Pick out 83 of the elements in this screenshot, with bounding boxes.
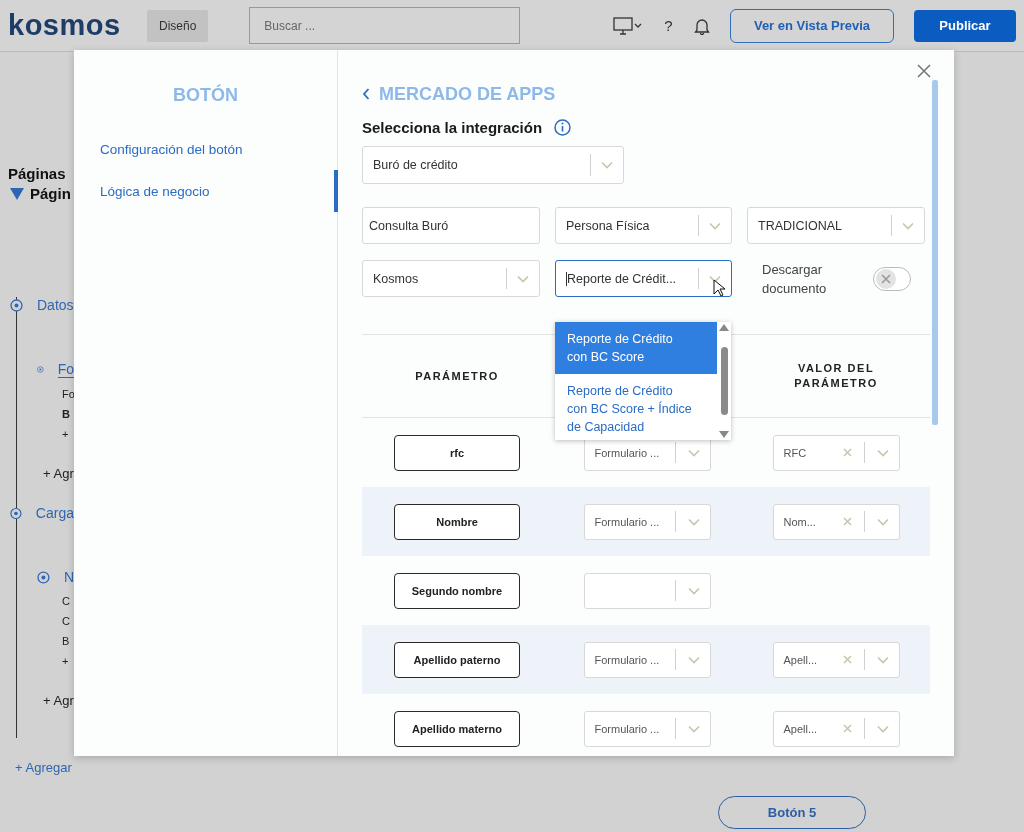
parameter-chip: rfc xyxy=(394,434,520,471)
form-marker-icon xyxy=(37,363,44,376)
step-label[interactable]: Carga xyxy=(35,505,74,521)
chevron-down-icon xyxy=(687,586,700,595)
form-item[interactable]: B xyxy=(62,404,74,424)
form-item[interactable]: C xyxy=(62,611,74,631)
column-header: PARÁMETRO xyxy=(414,368,500,384)
dropdown-field[interactable]: Formulario ... xyxy=(583,503,711,540)
chevron-down-icon xyxy=(876,655,889,664)
parameter-chip: Segundo nombre xyxy=(394,572,520,609)
chevron-down-icon xyxy=(687,655,700,664)
dropdown-field[interactable]: Formulario ... xyxy=(583,641,711,678)
dropdown-field[interactable] xyxy=(583,572,711,609)
form-item[interactable]: C xyxy=(62,591,74,611)
toggle-label: Descargar documento xyxy=(762,261,828,298)
chevron-down-icon xyxy=(876,724,889,733)
scrollbar-thumb[interactable] xyxy=(720,347,728,415)
chevron-down-icon xyxy=(687,448,700,457)
info-icon xyxy=(554,118,572,136)
search-field[interactable]: Buscar ... xyxy=(249,7,521,44)
triangle-down-icon xyxy=(10,187,24,200)
dropdown-field[interactable]: Buró de crédito xyxy=(362,146,624,184)
nav-item[interactable]: Lógica de negocio xyxy=(74,170,338,212)
logo: kosmos xyxy=(8,9,122,42)
chevron-down-icon xyxy=(876,517,889,526)
clear-icon xyxy=(842,655,852,664)
chevron-down-icon xyxy=(601,161,613,169)
scroll-up-icon xyxy=(719,324,729,331)
dropdown-field[interactable]: Nom... xyxy=(772,503,900,540)
panel-title: BOTÓN xyxy=(173,85,238,106)
section-title: Selecciona la integración xyxy=(362,118,543,136)
chevron-down-icon xyxy=(517,274,529,283)
chevron-down-icon xyxy=(687,724,700,733)
cursor-icon xyxy=(713,279,725,297)
monitor-icon[interactable] xyxy=(612,15,643,36)
scroll-down-icon xyxy=(719,431,729,438)
text-field[interactable]: Consulta Buró xyxy=(362,207,540,244)
nav-item[interactable]: Configuración del botón xyxy=(74,128,338,170)
form-item[interactable]: + xyxy=(62,424,74,444)
chevron-down-icon xyxy=(876,448,889,457)
chevron-down-icon xyxy=(687,517,700,526)
form-marker-icon xyxy=(37,570,50,584)
step-marker-icon xyxy=(10,298,23,312)
bell-icon[interactable] xyxy=(693,16,710,35)
clear-icon xyxy=(842,517,852,526)
chevron-down-icon xyxy=(709,221,721,230)
step-label[interactable]: Datos xyxy=(37,297,74,313)
dropdown-field[interactable]: Kosmos xyxy=(362,260,540,297)
mode-tab[interactable]: Diseño xyxy=(147,9,209,42)
form-item[interactable]: Fo xyxy=(62,384,74,404)
parameter-chip: Apellido paterno xyxy=(394,641,520,678)
dropdown-field[interactable]: Persona Física xyxy=(555,207,732,244)
dropdown-field[interactable]: Formulario ... xyxy=(583,710,711,747)
dropdown-option[interactable]: Reporte de Crédito con BC Score xyxy=(555,322,717,374)
form-item[interactable]: + xyxy=(62,651,74,671)
parameter-chip: Apellido materno xyxy=(394,710,520,747)
clear-icon xyxy=(842,448,852,457)
parameter-chip: Nombre xyxy=(394,503,520,540)
form-item[interactable]: B xyxy=(62,631,74,651)
form-label[interactable]: N xyxy=(63,569,74,585)
dropdown-field[interactable]: Apell... xyxy=(772,641,900,678)
clear-icon xyxy=(842,724,852,733)
chevron-down-icon xyxy=(902,221,914,230)
column-header: VALOR DEL PARÁMETRO xyxy=(793,361,879,391)
help-icon[interactable]: ? xyxy=(664,17,673,34)
dropdown-field[interactable]: TRADICIONAL xyxy=(747,207,925,244)
publish-button[interactable]: Publicar xyxy=(914,9,1016,42)
close-icon[interactable] xyxy=(917,64,931,78)
step-marker-icon xyxy=(10,506,22,520)
add-link[interactable]: + Agr xyxy=(43,466,74,481)
add-step-link[interactable]: + Agregar xyxy=(15,760,74,775)
page-label[interactable]: Págin xyxy=(30,185,71,202)
back-chevron-icon[interactable] xyxy=(362,88,370,100)
dropdown-field[interactable]: Reporte de Crédit... xyxy=(555,260,732,297)
preview-button[interactable]: Ver en Vista Previa xyxy=(730,8,894,43)
x-icon xyxy=(881,274,891,284)
scrollbar[interactable] xyxy=(932,80,938,425)
dropdown-field[interactable]: Apell... xyxy=(772,710,900,747)
toggle-switch[interactable] xyxy=(873,267,911,291)
pages-heading: Páginas xyxy=(8,165,67,183)
dropdown-field[interactable]: RFC xyxy=(772,434,900,471)
add-link[interactable]: + Agr xyxy=(43,693,74,708)
section-back-title: MERCADO DE APPS xyxy=(379,83,556,105)
